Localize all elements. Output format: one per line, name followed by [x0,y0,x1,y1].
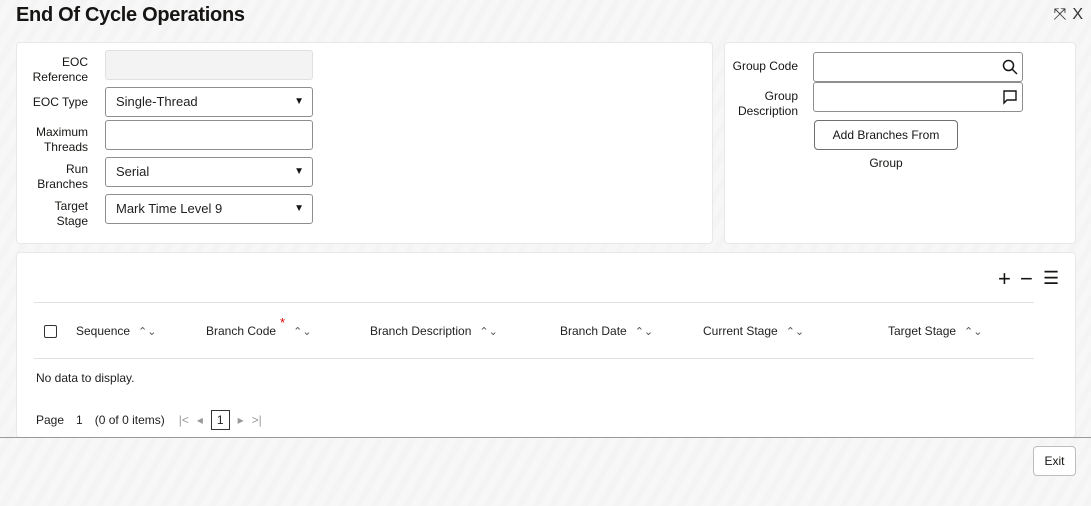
exit-button[interactable]: Exit [1033,446,1076,476]
col-current-stage[interactable]: Current Stage ⌃⌄ [695,302,880,359]
branch-table: Sequence ⌃⌄ Branch Code* ⌃⌄ Branch Descrip… [34,302,1034,359]
run-branches-select[interactable]: Serial ▼ [105,157,313,187]
sort-icon[interactable]: ⌃⌄ [138,326,156,338]
remove-row-icon[interactable]: − [1020,266,1033,292]
col-target-stage[interactable]: Target Stage ⌃⌄ [880,302,1034,359]
page-label: Page [36,413,65,427]
page-input[interactable]: 1 [72,413,87,427]
col-sequence[interactable]: Sequence ⌃⌄ [68,302,198,359]
items-info: (0 of 0 items) [94,413,165,427]
group-code-field[interactable] [813,52,1023,82]
chevron-down-icon: ▼ [294,96,304,107]
group-description-field[interactable] [813,82,1023,112]
sort-icon[interactable]: ⌃⌄ [293,326,311,338]
run-branches-value: Serial [116,164,150,179]
eoc-reference-label: EOC Reference [32,55,88,84]
close-icon[interactable]: X [1072,6,1083,24]
target-stage-value: Mark Time Level 9 [116,201,223,216]
next-page-icon[interactable]: ▸ [238,413,244,427]
table-header-row: Sequence ⌃⌄ Branch Code* ⌃⌄ Branch Descrip… [34,302,1034,359]
target-stage-label: Target Stage [54,199,88,228]
add-branches-from-group-button[interactable]: Add Branches From Group [814,120,958,170]
col-branch-description-label: Branch Description [370,323,472,338]
page-title: End Of Cycle Operations [16,4,245,26]
select-all-checkbox[interactable] [44,324,57,338]
col-branch-code[interactable]: Branch Code* ⌃⌄ [198,302,362,359]
run-branches-label: Run Branches [37,162,88,191]
max-threads-field[interactable] [105,120,313,150]
eoc-reference-field [105,50,313,80]
col-branch-date-label: Branch Date [560,323,627,338]
target-stage-select[interactable]: Mark Time Level 9 ▼ [105,194,313,224]
last-page-icon[interactable]: >| [252,413,262,427]
eoc-type-value: Single-Thread [116,94,198,109]
max-threads-label: Maximum Threads [35,125,88,154]
col-current-stage-label: Current Stage [703,323,778,338]
sort-icon[interactable]: ⌃⌄ [635,326,653,338]
eoc-type-label: EOC Type [32,95,88,109]
col-branch-date[interactable]: Branch Date ⌃⌄ [552,302,695,359]
comment-icon[interactable] [1002,89,1018,105]
sort-icon[interactable]: ⌃⌄ [786,326,804,338]
prev-page-icon[interactable]: ◂ [197,413,203,427]
current-page-button[interactable]: 1 [210,410,230,430]
resize-icon[interactable]: ⤧ [1054,6,1067,24]
pagination: Page 1 (0 of 0 items) |< ◂ 1 ▸ >| [36,410,262,430]
group-code-label: Group Code [732,59,798,73]
add-row-icon[interactable]: + [998,266,1011,292]
col-branch-description[interactable]: Branch Description ⌃⌄ [362,302,552,359]
sort-icon[interactable]: ⌃⌄ [964,326,982,338]
group-description-label: Group Description [737,89,798,118]
eoc-type-select[interactable]: Single-Thread ▼ [105,87,313,117]
required-icon: * [280,315,286,330]
search-icon[interactable] [1002,59,1018,75]
chevron-down-icon: ▼ [294,166,304,177]
footer-divider [0,437,1091,438]
window-controls: ⤧ X [1054,6,1083,24]
col-branch-code-label: Branch Code [206,324,277,338]
column-list-icon[interactable]: ☰ [1043,268,1059,289]
col-sequence-label: Sequence [76,323,131,338]
first-page-icon[interactable]: |< [179,413,189,427]
chevron-down-icon: ▼ [294,203,304,214]
col-target-stage-label: Target Stage [888,323,957,338]
empty-message: No data to display. [36,371,135,385]
sort-icon[interactable]: ⌃⌄ [479,326,497,338]
select-all-cell[interactable] [34,302,68,359]
